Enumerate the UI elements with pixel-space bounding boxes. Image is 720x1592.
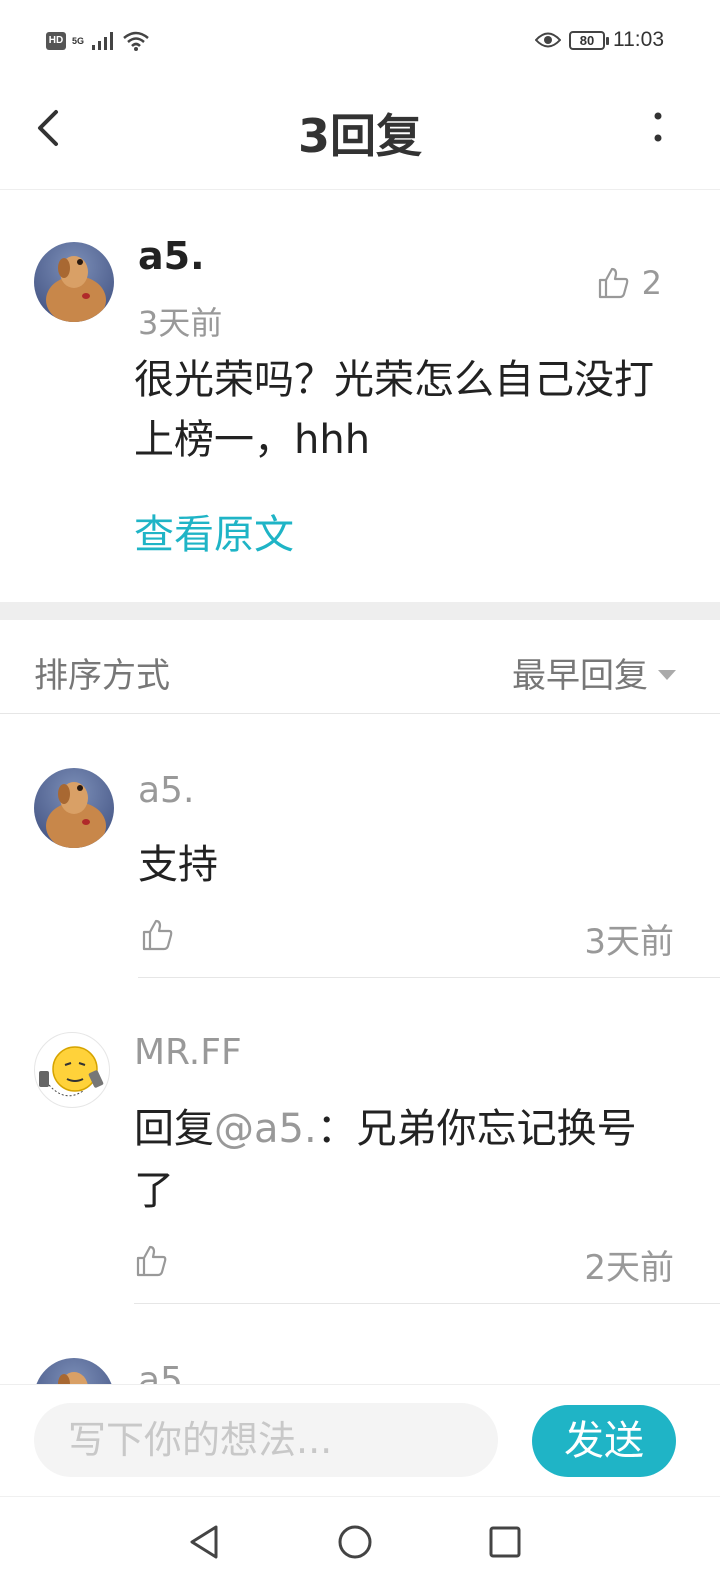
sort-row: 排序方式 最早回复 [0, 620, 720, 714]
post-time: 3天前 [138, 304, 223, 342]
post-content: 很光荣吗？光荣怎么自己没打上榜一，hhh [134, 357, 654, 463]
battery-icon: 80 [569, 30, 609, 50]
avatar[interactable] [34, 1032, 110, 1108]
reply-time: 2天前 [584, 1248, 674, 1288]
comment-input[interactable] [34, 1403, 498, 1477]
send-button[interactable]: 发送 [532, 1405, 676, 1477]
sort-selected-value: 最早回复 [512, 656, 648, 696]
reply-text: 支持 [138, 842, 218, 888]
signal-icon [92, 32, 114, 50]
avatar[interactable] [34, 768, 114, 848]
reply-item: MR.FF 回复@a5.：兄弟你忘记换号了 2天前 [0, 978, 720, 1304]
dog-avatar-icon [34, 1358, 114, 1384]
reply-time: 3天前 [584, 922, 674, 962]
reply-item: a5. 支持 3天前 [0, 714, 720, 978]
section-divider [0, 602, 720, 620]
status-right: 80 11:03 [535, 28, 664, 52]
reply-like-button[interactable] [134, 1244, 168, 1278]
sort-label: 排序方式 [34, 656, 170, 696]
nav-back-button[interactable] [180, 1517, 230, 1567]
circle-home-icon [338, 1525, 372, 1559]
post-like-count: 2 [641, 264, 662, 302]
nav-recents-button[interactable] [480, 1517, 530, 1567]
wifi-icon [123, 31, 149, 51]
caret-down-icon [658, 669, 676, 680]
clock: 11:03 [613, 28, 664, 51]
status-bar: HD 5G 80 11:03 [0, 0, 720, 86]
reply-content: 支持 [138, 834, 678, 896]
view-original-link[interactable]: 查看原文 [134, 502, 294, 560]
comment-composer: 发送 [0, 1384, 720, 1496]
post-author[interactable]: a5. [138, 234, 205, 278]
avatar[interactable] [34, 1358, 114, 1384]
nav-home-button[interactable] [330, 1517, 380, 1567]
thumbs-up-icon [142, 919, 173, 951]
thumbs-up-icon [598, 267, 628, 299]
mention-link[interactable]: @a5. [214, 1106, 317, 1152]
dog-avatar-icon [34, 242, 114, 322]
eye-icon [535, 32, 561, 48]
main-post: a5. 3天前 2 很光荣吗？光荣怎么自己没打上榜一，hhh 查看原文 [0, 190, 720, 602]
network-type: 5G [72, 35, 85, 46]
system-nav-bar [0, 1496, 720, 1592]
more-vertical-icon [654, 112, 662, 142]
reply-author[interactable]: MR.FF [134, 1032, 242, 1073]
reply-author[interactable]: a5. [138, 1360, 194, 1384]
avatar[interactable] [34, 242, 114, 322]
thumbs-up-icon [136, 1245, 167, 1277]
reply-content: 回复@a5.：兄弟你忘记换号了 [134, 1098, 664, 1222]
square-recents-icon [489, 1526, 521, 1558]
hd-icon: HD [46, 32, 66, 50]
sort-dropdown[interactable]: 最早回复 [512, 648, 676, 697]
post-like-button[interactable]: 2 [596, 264, 662, 302]
reply-author[interactable]: a5. [138, 770, 194, 811]
header: 3回复 [0, 86, 720, 190]
reply-item: a5. [0, 1304, 720, 1384]
dog-avatar-icon [34, 768, 114, 848]
page-title: 3回复 [297, 109, 422, 163]
more-button[interactable] [648, 112, 668, 142]
emoji-phone-avatar-icon [39, 1046, 104, 1097]
status-left: HD 5G [46, 30, 150, 52]
reply-like-button[interactable] [140, 918, 174, 952]
triangle-back-icon [190, 1525, 218, 1559]
reply-prefix: 回复 [134, 1106, 214, 1152]
